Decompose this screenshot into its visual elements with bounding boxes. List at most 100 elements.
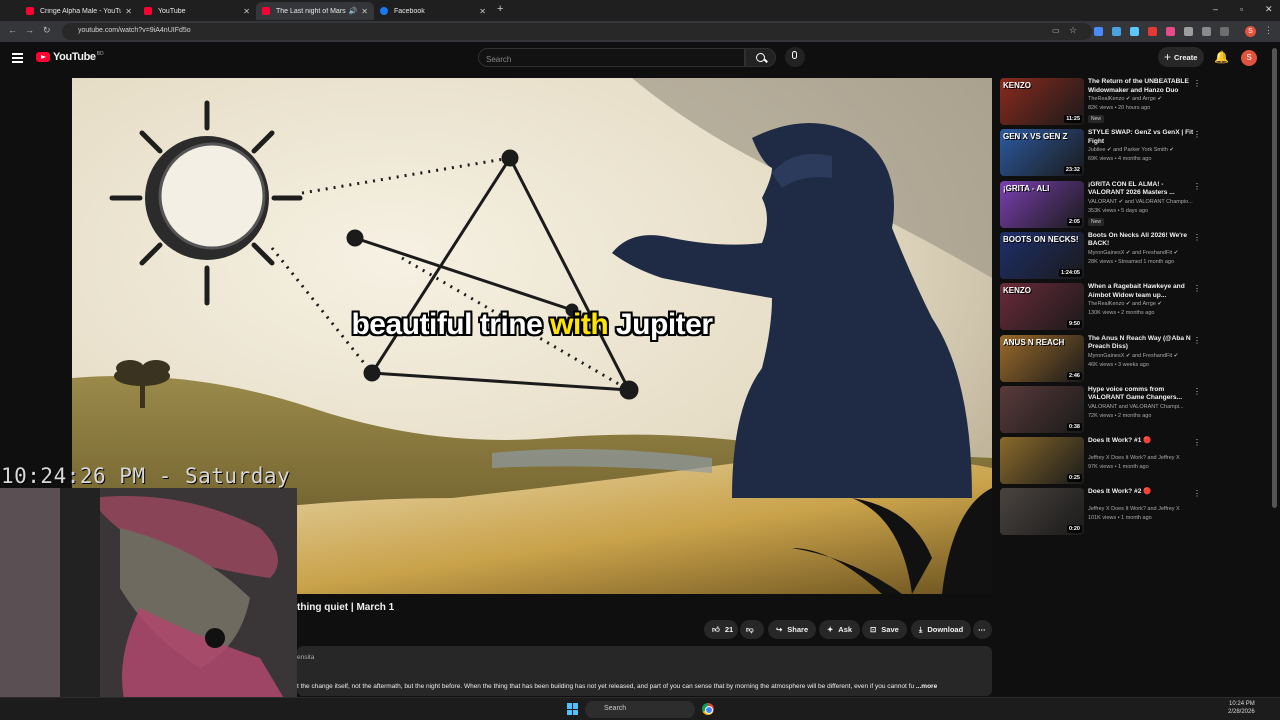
recommendation-item[interactable]: KENZO 9:50 When a Ragebait Hawkeye and Aim… <box>1000 283 1205 331</box>
description-box[interactable]: ensita t the change itself, not the afte… <box>297 646 992 696</box>
recommendation-title[interactable]: ¡GRITA CON EL ALMA! - VALORANT 2026 Mast… <box>1088 181 1200 198</box>
recommendation-title[interactable]: STYLE SWAP: GenZ vs GenX | Fit Fight <box>1088 129 1200 146</box>
more-vertical-icon[interactable]: ⋮ <box>1193 336 1201 345</box>
close-icon[interactable]: ✕ <box>479 7 486 16</box>
more-vertical-icon[interactable]: ⋮ <box>1193 387 1201 396</box>
browser-tab[interactable]: YouTube ✕ <box>138 2 256 20</box>
search-button[interactable] <box>745 48 776 67</box>
voice-search-button[interactable] <box>785 47 805 67</box>
video-thumbnail[interactable]: KENZO 11:25 <box>1000 78 1084 125</box>
recommendation-item[interactable]: 0:38 Hype voice comms from VALORANT Game … <box>1000 385 1205 434</box>
back-icon[interactable]: ← <box>8 25 17 35</box>
recommendation-channel[interactable]: TheRealKenzo ✔ and Arrge ✔ <box>1088 96 1202 102</box>
browser-tab-active[interactable]: The Last night of Mars in A 🔊 ✕ <box>256 2 374 20</box>
recommendation-item[interactable]: ¡GRITA - ALI 2:05 ¡GRITA CON EL ALMA! - VA… <box>1000 180 1205 229</box>
browser-tab[interactable]: Facebook ✕ <box>374 2 492 20</box>
extension-icon[interactable] <box>1184 27 1193 36</box>
browser-tab[interactable]: Cringe Alpha Male - YouTube ✕ <box>20 2 138 20</box>
more-vertical-icon[interactable]: ⋮ <box>1193 284 1201 293</box>
recommendation-item[interactable]: GEN X VS GEN Z 23:32 STYLE SWAP: GenZ vs G… <box>1000 129 1205 177</box>
cast-icon[interactable]: ▭ <box>1052 26 1060 35</box>
recommendation-title[interactable]: Boots On Necks All 2026! We're BACK! <box>1088 232 1200 249</box>
video-thumbnail[interactable]: KENZO 9:50 <box>1000 283 1084 331</box>
more-vertical-icon[interactable]: ⋮ <box>1193 182 1201 191</box>
sidepanel-icon[interactable] <box>1220 27 1229 36</box>
thumbnail-text: BOOTS ON NECKS! <box>1003 234 1079 244</box>
extension-icon[interactable] <box>1130 27 1139 36</box>
recommendation-title[interactable]: Does It Work? #1 🔴 <box>1088 437 1200 446</box>
recommendation-channel[interactable]: VALORANT and VALORANT Champi... <box>1088 404 1202 410</box>
recommendation-channel[interactable]: Jeffrey X Does It Work? and Jeffrey X <box>1088 455 1202 461</box>
more-vertical-icon[interactable]: ⋮ <box>1193 489 1201 498</box>
browser-menu-icon[interactable]: ⋮ <box>1264 25 1273 36</box>
like-button[interactable]: 👍︎ 21 <box>704 620 738 639</box>
recommendation-title[interactable]: Hype voice comms from VALORANT Game Chan… <box>1088 386 1200 403</box>
video-thumbnail[interactable]: GEN X VS GEN Z 23:32 <box>1000 129 1084 177</box>
recommendation-channel[interactable]: Jubilee ✔ and Parker York Smith ✔ <box>1088 147 1202 153</box>
minimize-icon[interactable]: – <box>1213 4 1218 14</box>
extension-icon[interactable] <box>1112 27 1121 36</box>
forward-icon[interactable]: → <box>25 25 34 35</box>
more-vertical-icon[interactable]: ⋮ <box>1193 79 1201 88</box>
close-icon[interactable]: ✕ <box>243 7 250 16</box>
recommendation-title[interactable]: The Anus N Reach Way (@Aba N Preach Diss… <box>1088 335 1200 352</box>
recommendation-channel[interactable]: VALORANT ✔ and VALORANT Champio... <box>1088 199 1202 205</box>
system-clock[interactable]: 10:24 PM 2/28/2026 <box>1228 700 1255 716</box>
more-vertical-icon[interactable]: ⋮ <box>1193 233 1201 242</box>
video-thumbnail[interactable]: ANUS N REACH 2:46 <box>1000 334 1084 382</box>
caption-text: Jupiter <box>608 308 713 341</box>
recommendation-channel[interactable]: Jeffrey X Does It Work? and Jeffrey X <box>1088 506 1202 512</box>
video-thumbnail[interactable]: BOOTS ON NECKS! 1:24:05 <box>1000 231 1084 279</box>
bookmark-star-icon[interactable]: ☆ <box>1069 25 1077 36</box>
ask-button[interactable]: ✦ Ask <box>819 620 861 639</box>
download-button[interactable]: ⤓ Download <box>911 620 972 639</box>
close-window-icon[interactable]: ✕ <box>1265 4 1273 15</box>
more-vertical-icon[interactable]: ⋮ <box>1193 438 1201 447</box>
recommendation-item[interactable]: 0:25 Does It Work? #1 🔴 Jeffrey X Does It … <box>1000 437 1205 485</box>
windows-start-icon[interactable] <box>567 703 579 715</box>
maximize-icon[interactable]: ▫ <box>1240 4 1243 14</box>
video-thumbnail[interactable]: 0:25 <box>1000 437 1084 485</box>
page-scrollbar[interactable] <box>1272 48 1277 508</box>
share-button[interactable]: ↪ Share <box>768 620 817 639</box>
youtube-logo[interactable]: YouTube BD <box>36 51 104 63</box>
recommendation-channel[interactable]: MyronGainesX ✔ and FreshandFit ✔ <box>1088 353 1202 359</box>
dislike-button[interactable]: 👎︎ <box>740 620 764 639</box>
taskbar-search[interactable]: Search <box>585 701 695 718</box>
address-bar[interactable]: youtube.com/watch?v=9iA4nUIFd5o <box>62 23 1092 40</box>
extension-icon[interactable] <box>1148 27 1157 36</box>
hamburger-menu-icon[interactable] <box>12 53 23 65</box>
recommendation-item[interactable]: ANUS N REACH 2:46 The Anus N Reach Way (@A… <box>1000 334 1205 383</box>
more-vertical-icon[interactable]: ⋮ <box>1193 130 1201 139</box>
recommendation-channel[interactable]: MyronGainesX ✔ and FreshandFit ✔ <box>1088 250 1202 256</box>
recommendation-title[interactable]: Does It Work? #2 🔴 <box>1088 488 1200 497</box>
close-icon[interactable]: ✕ <box>361 7 368 16</box>
browser-profile-avatar[interactable]: S <box>1245 26 1256 37</box>
duration-badge: 0:25 <box>1066 474 1082 483</box>
recommendation-title[interactable]: When a Ragebait Hawkeye and Aimbot Widow… <box>1088 283 1200 300</box>
extension-icon[interactable] <box>1094 27 1103 36</box>
save-button[interactable]: ⊡ Save <box>862 620 907 639</box>
extension-icon[interactable] <box>1166 27 1175 36</box>
account-avatar[interactable]: S <box>1241 50 1257 66</box>
create-button[interactable]: + Create <box>1158 47 1204 67</box>
notifications-bell-icon[interactable]: 🔔 <box>1214 50 1229 64</box>
extensions-puzzle-icon[interactable] <box>1202 27 1211 36</box>
new-tab-button[interactable]: + <box>497 3 503 15</box>
more-actions-button[interactable]: ⋯ <box>973 620 992 639</box>
close-icon[interactable]: ✕ <box>125 7 132 16</box>
chrome-icon[interactable] <box>702 703 714 715</box>
video-thumbnail[interactable]: 0:38 <box>1000 385 1084 433</box>
recommendation-item[interactable]: KENZO 11:25 The Return of the UNBEATABLE W… <box>1000 78 1205 126</box>
video-thumbnail[interactable]: 0:20 <box>1000 488 1084 536</box>
search-input[interactable] <box>479 51 744 68</box>
show-more-link[interactable]: ...more <box>914 683 937 690</box>
recommendation-item[interactable]: 0:20 Does It Work? #2 🔴 Jeffrey X Does It … <box>1000 488 1205 536</box>
recommendation-channel[interactable]: TheRealKenzo ✔ and Arrge ✔ <box>1088 301 1202 307</box>
recommendation-title[interactable]: The Return of the UNBEATABLE Widowmaker … <box>1088 78 1200 95</box>
reload-icon[interactable]: ↻ <box>43 25 51 36</box>
speaker-icon[interactable]: 🔊 <box>349 7 358 15</box>
video-thumbnail[interactable]: ¡GRITA - ALI 2:05 <box>1000 180 1084 228</box>
recommendation-item[interactable]: BOOTS ON NECKS! 1:24:05 Boots On Necks All… <box>1000 231 1205 280</box>
new-badge: New <box>1088 115 1105 123</box>
